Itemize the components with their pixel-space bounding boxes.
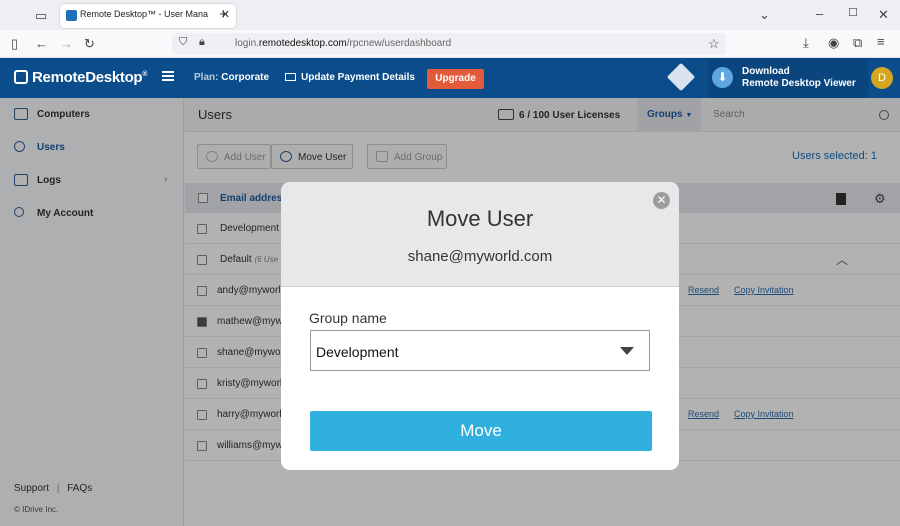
menu-icon[interactable]: ≡ bbox=[877, 35, 885, 48]
tab-overview-icon[interactable]: ▭ bbox=[35, 9, 47, 22]
tab-title: Remote Desktop™ - User Mana bbox=[80, 9, 209, 19]
window-close-icon[interactable]: ✕ bbox=[878, 8, 889, 21]
favicon-icon bbox=[66, 10, 77, 21]
back-icon[interactable]: ← bbox=[35, 37, 48, 50]
browser-tab-bar: ▭ Remote Desktop™ - User Mana ✕ + ⌄ – ☐ … bbox=[0, 0, 900, 30]
caret-down-icon bbox=[620, 347, 634, 355]
extensions-icon[interactable]: ⧉ bbox=[853, 36, 862, 49]
bookmark-star-icon[interactable]: ☆ bbox=[708, 37, 720, 50]
url-text: login.remotedesktop.com/rpcnew/userdashb… bbox=[235, 38, 452, 49]
shield-icon: ⛉ bbox=[179, 36, 188, 48]
maximize-icon[interactable]: ☐ bbox=[848, 8, 858, 19]
browser-toolbar: ▯ ← → ↻ ⛉ 🔒︎ login.remotedesktop.com/rpc… bbox=[0, 30, 900, 58]
account-icon[interactable]: ◉ bbox=[828, 36, 839, 49]
dialog-header: ✕ Move User shane@myworld.com bbox=[281, 182, 679, 287]
tab-list-chevron-icon[interactable]: ⌄ bbox=[759, 8, 770, 21]
remotedesktop-logo[interactable]: RemoteDesktop® bbox=[14, 69, 147, 86]
move-user-dialog: ✕ Move User shane@myworld.com Group name… bbox=[281, 182, 679, 470]
group-name-label: Group name bbox=[309, 310, 387, 326]
address-bar[interactable]: ⛉ 🔒︎ login.remotedesktop.com/rpcnew/user… bbox=[172, 33, 726, 55]
avatar[interactable]: D bbox=[871, 67, 893, 89]
download-viewer-link[interactable]: ⬇ Download Remote Desktop Viewer bbox=[708, 58, 868, 98]
new-tab-button[interactable]: + bbox=[219, 7, 228, 22]
selected-group: Development bbox=[316, 344, 399, 360]
package-icon[interactable] bbox=[666, 62, 696, 92]
upgrade-button[interactable]: Upgrade bbox=[427, 69, 484, 89]
group-name-select[interactable]: Development bbox=[310, 330, 650, 371]
sidebar-toggle-icon[interactable]: ▯ bbox=[11, 37, 18, 50]
download-icon: ⬇ bbox=[712, 67, 733, 88]
plan-info: Plan: Corporate bbox=[194, 72, 270, 83]
dialog-title: Move User bbox=[426, 206, 534, 231]
lock-icon: 🔒︎ bbox=[199, 36, 205, 48]
card-icon bbox=[285, 73, 296, 81]
reload-icon[interactable]: ↻ bbox=[84, 37, 95, 50]
move-button[interactable]: Move bbox=[310, 411, 652, 451]
downloads-icon[interactable]: ⤓ bbox=[803, 36, 809, 49]
user-email: shane@myworld.com bbox=[407, 248, 553, 265]
browser-tab[interactable]: Remote Desktop™ - User Mana ✕ bbox=[60, 4, 236, 28]
forward-icon[interactable]: → bbox=[60, 37, 73, 50]
minimize-icon[interactable]: – bbox=[816, 7, 823, 20]
app-header: RemoteDesktop® Plan: Corporate Update Pa… bbox=[0, 58, 900, 98]
hamburger-menu-icon[interactable] bbox=[162, 71, 174, 81]
update-payment-link[interactable]: Update Payment Details bbox=[285, 72, 415, 83]
